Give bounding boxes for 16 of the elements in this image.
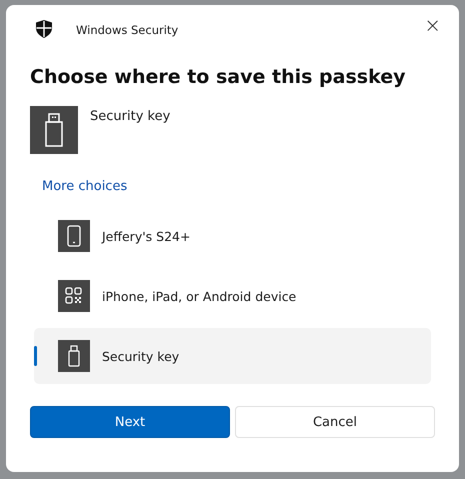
current-choice-label: Security key <box>90 109 170 124</box>
shield-icon <box>36 20 52 38</box>
usb-key-icon <box>58 340 90 372</box>
phone-icon <box>58 220 90 252</box>
window-title: Windows Security <box>76 23 178 37</box>
dialog-heading: Choose where to save this passkey <box>30 66 406 88</box>
close-button[interactable]: × <box>420 13 445 37</box>
qr-code-icon <box>58 280 90 312</box>
selection-indicator <box>34 346 37 366</box>
next-button[interactable]: Next <box>30 406 230 438</box>
device-option[interactable]: iPhone, iPad, or Android device <box>34 268 431 324</box>
usb-key-icon <box>30 106 78 154</box>
device-option[interactable]: Jeffery's S24+ <box>34 208 431 264</box>
more-choices-link[interactable]: More choices <box>42 179 128 194</box>
cancel-button[interactable]: Cancel <box>235 406 435 438</box>
device-option[interactable]: Security key <box>34 328 431 384</box>
